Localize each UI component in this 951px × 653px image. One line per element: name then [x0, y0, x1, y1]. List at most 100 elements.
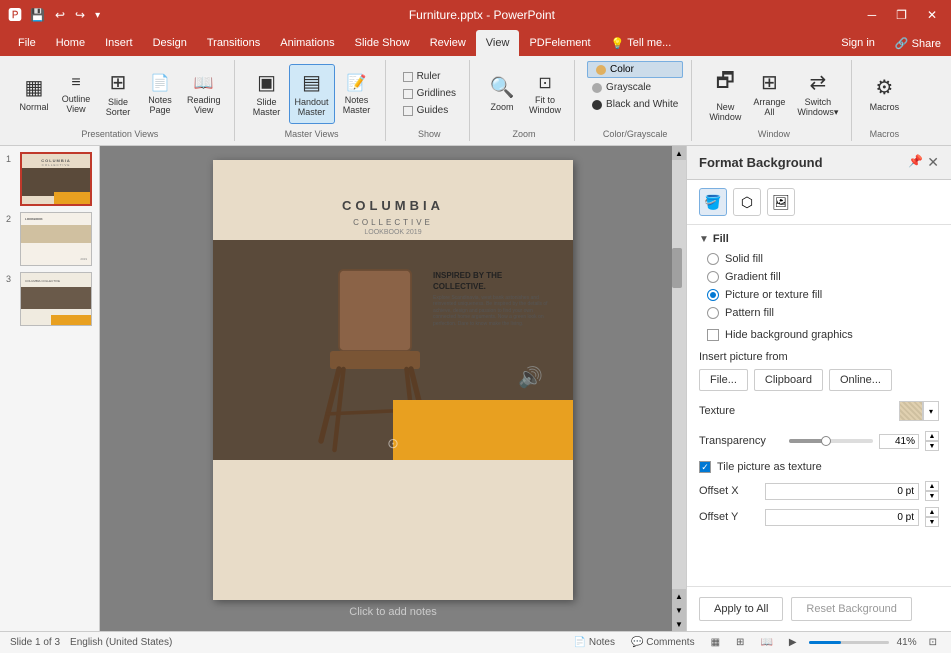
- tab-insert[interactable]: Insert: [95, 30, 143, 56]
- click-to-add-notes[interactable]: Click to add notes: [349, 606, 436, 618]
- radio-solid-fill[interactable]: Solid fill: [707, 253, 939, 265]
- prev-slide-btn[interactable]: ▲: [672, 589, 686, 603]
- checkbox-guides[interactable]: Guides: [398, 103, 461, 118]
- transparency-slider[interactable]: [789, 439, 873, 443]
- btn-reading-view[interactable]: 📖 ReadingView: [182, 64, 226, 124]
- radio-gradient-fill[interactable]: Gradient fill: [707, 271, 939, 283]
- tab-transitions[interactable]: Transitions: [197, 30, 270, 56]
- view-reading-btn[interactable]: 📖: [756, 636, 776, 649]
- view-normal-btn[interactable]: ▦: [707, 636, 724, 649]
- tab-review[interactable]: Review: [420, 30, 476, 56]
- btn-handout-master[interactable]: ▤ HandoutMaster: [289, 64, 335, 124]
- tab-slideshow[interactable]: Slide Show: [345, 30, 420, 56]
- window-minimize[interactable]: ─: [862, 6, 883, 24]
- offset-y-input[interactable]: [765, 509, 919, 526]
- btn-slide-sorter[interactable]: ⊞ SlideSorter: [98, 64, 138, 124]
- scroll-down-btn[interactable]: ▼: [672, 617, 686, 631]
- tab-pdfelement[interactable]: PDFelement: [519, 30, 600, 56]
- btn-color[interactable]: Color: [587, 61, 683, 78]
- panel-picture-icon-btn[interactable]: 🖼: [767, 188, 795, 216]
- apply-to-all-button[interactable]: Apply to All: [699, 597, 783, 621]
- offset-y-spin-down[interactable]: ▼: [925, 517, 939, 527]
- slides-panel[interactable]: 1 COLUMBIA COLLECTIVE 2 LOOKBOOK 2019: [0, 146, 100, 631]
- notes-status-btn[interactable]: 📄 Notes: [570, 636, 619, 649]
- tab-tell-me[interactable]: 💡 Tell me...: [601, 30, 682, 56]
- radio-pattern-fill[interactable]: Pattern fill: [707, 307, 939, 319]
- tab-share[interactable]: 🔗 Share: [885, 30, 951, 56]
- fit-to-window-status-btn[interactable]: ⊡: [925, 636, 941, 649]
- btn-fit-to-window[interactable]: ⊡ Fit toWindow: [524, 64, 566, 124]
- offset-x-input[interactable]: [765, 483, 919, 500]
- radio-picture-texture-fill[interactable]: Picture or texture fill: [707, 289, 939, 301]
- btn-outline-view[interactable]: ≡ OutlineView: [56, 64, 96, 124]
- quick-undo[interactable]: ↩: [53, 6, 67, 24]
- comments-status-btn[interactable]: 💬 Comments: [627, 636, 699, 649]
- btn-switch-windows[interactable]: ⇄ SwitchWindows▾: [792, 64, 843, 124]
- tab-home[interactable]: Home: [46, 30, 95, 56]
- btn-normal[interactable]: ▦ Normal: [14, 64, 54, 124]
- window-close[interactable]: ✕: [921, 6, 943, 24]
- btn-black-white[interactable]: Black and White: [587, 97, 683, 112]
- checkbox-ruler[interactable]: Ruler: [398, 69, 461, 84]
- canvas-scrollbar[interactable]: ▲ ▲ ▼ ▼: [672, 146, 686, 631]
- btn-online[interactable]: Online...: [829, 369, 892, 391]
- fill-section-header[interactable]: ▼ Fill: [699, 233, 939, 245]
- next-slide-btn[interactable]: ▼: [672, 603, 686, 617]
- tab-file[interactable]: File: [8, 30, 46, 56]
- scroll-up-btn[interactable]: ▲: [672, 146, 686, 160]
- slide-image-1[interactable]: COLUMBIA COLLECTIVE: [20, 152, 92, 206]
- btn-arrange-all[interactable]: ⊞ ArrangeAll: [748, 64, 790, 124]
- zoom-slider[interactable]: [809, 641, 889, 644]
- window-restore[interactable]: ❐: [890, 6, 913, 24]
- tile-row[interactable]: ✓ Tile picture as texture: [699, 461, 939, 473]
- language-indicator[interactable]: English (United States): [70, 637, 172, 648]
- panel-close-btn[interactable]: ✕: [927, 154, 939, 171]
- texture-dropdown-btn[interactable]: ▾: [923, 401, 939, 421]
- transparency-spin-up[interactable]: ▲: [925, 431, 939, 441]
- btn-zoom[interactable]: 🔍 Zoom: [482, 64, 522, 124]
- quick-save[interactable]: 💾: [28, 6, 47, 24]
- offset-x-spin-down[interactable]: ▼: [925, 491, 939, 501]
- slide-image-2[interactable]: LOOKBOOK 2019: [20, 212, 92, 266]
- btn-notes-page[interactable]: 📄 NotesPage: [140, 64, 180, 124]
- reset-background-button[interactable]: Reset Background: [791, 597, 912, 621]
- panel-fill-icon-btn[interactable]: 🪣: [699, 188, 727, 216]
- panel-icon-tabs: 🪣 ⬡ 🖼: [687, 180, 951, 225]
- quick-customize[interactable]: ▾: [93, 8, 102, 23]
- view-slideshow-btn[interactable]: ▶: [785, 636, 801, 649]
- texture-preview[interactable]: [899, 401, 923, 421]
- btn-notes-master[interactable]: 📝 NotesMaster: [337, 64, 377, 124]
- panel-pin-btn[interactable]: 📌: [908, 154, 923, 171]
- transparency-input[interactable]: [879, 434, 919, 449]
- hide-bg-row[interactable]: Hide background graphics: [707, 329, 939, 341]
- btn-slide-master[interactable]: ▣ SlideMaster: [247, 64, 287, 124]
- slide-thumb-3[interactable]: 3 COLUMBIA COLLECTIVE: [6, 272, 93, 326]
- btn-macros[interactable]: ⚙ Macros: [864, 64, 904, 124]
- slide-image-3[interactable]: COLUMBIA COLLECTIVE: [20, 272, 92, 326]
- slide-thumb-2[interactable]: 2 LOOKBOOK 2019: [6, 212, 93, 266]
- btn-new-window[interactable]: 🗗 NewWindow: [704, 64, 746, 124]
- btn-grayscale[interactable]: Grayscale: [587, 80, 683, 95]
- view-slide-sorter-btn[interactable]: ⊞: [732, 636, 748, 649]
- transparency-spin-down[interactable]: ▼: [925, 441, 939, 451]
- quick-redo[interactable]: ↪: [73, 6, 87, 24]
- radio-picture-label: Picture or texture fill: [725, 289, 822, 301]
- hide-bg-checkbox[interactable]: [707, 329, 719, 341]
- slider-thumb[interactable]: [821, 436, 831, 446]
- tab-animations[interactable]: Animations: [270, 30, 344, 56]
- offset-y-spin-up[interactable]: ▲: [925, 507, 939, 517]
- offset-x-spin-up[interactable]: ▲: [925, 481, 939, 491]
- tile-checkbox[interactable]: ✓: [699, 461, 711, 473]
- zoom-fill: [809, 641, 842, 644]
- scroll-thumb[interactable]: [672, 248, 682, 288]
- slide-canvas[interactable]: COLUMBIA COLLECTIVE LOOKBOOK 2019: [213, 160, 573, 600]
- tab-signin[interactable]: Sign in: [831, 30, 885, 56]
- tab-design[interactable]: Design: [143, 30, 197, 56]
- checkbox-gridlines[interactable]: Gridlines: [398, 86, 461, 101]
- panel-effects-icon-btn[interactable]: ⬡: [733, 188, 761, 216]
- slide-thumb-1[interactable]: 1 COLUMBIA COLLECTIVE: [6, 152, 93, 206]
- btn-file[interactable]: File...: [699, 369, 748, 391]
- tab-view[interactable]: View: [476, 30, 520, 56]
- panel-title: Format Background: [699, 155, 823, 170]
- btn-clipboard[interactable]: Clipboard: [754, 369, 823, 391]
